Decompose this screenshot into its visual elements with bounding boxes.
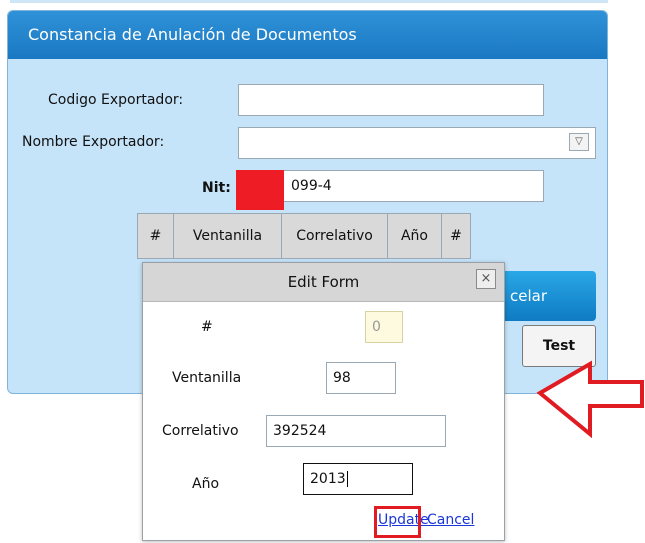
edit-form-number-label: # (201, 319, 213, 335)
cancel-link[interactable]: Cancel (427, 512, 474, 528)
grid-col-ventanilla[interactable]: Ventanilla (174, 214, 282, 258)
edit-form-ventanilla-input[interactable]: 98 (326, 362, 396, 394)
edit-form-dialog: Edit Form × # 0 Ventanilla 98 Correlativ… (142, 262, 505, 541)
grid-col-number[interactable]: # (138, 214, 174, 258)
codigo-exportador-label: Codigo Exportador: (48, 92, 184, 108)
edit-form-correlativo-input[interactable]: 392524 (266, 415, 446, 447)
nit-label: Nit: (202, 180, 231, 196)
grid-col-anio[interactable]: Año (388, 214, 442, 258)
grid-col-actions[interactable]: # (442, 214, 470, 258)
update-highlight-box (374, 506, 421, 538)
chevron-down-icon[interactable]: ▽ (569, 133, 589, 151)
grid-col-correlativo[interactable]: Correlativo (282, 214, 388, 258)
cancel-button-label: celar (510, 287, 548, 305)
edit-form-correlativo-label: Correlativo (162, 423, 239, 439)
panel-title: Constancia de Anulación de Documentos (8, 11, 607, 59)
documents-grid-header: # Ventanilla Correlativo Año # (137, 213, 471, 259)
redaction-box (236, 170, 284, 210)
close-icon[interactable]: × (476, 269, 496, 289)
top-strip (10, 0, 608, 3)
edit-form-title: Edit Form (143, 263, 504, 302)
nombre-exportador-label: Nombre Exportador: (22, 134, 165, 150)
edit-form-anio-label: Año (192, 476, 220, 492)
edit-form-number-input: 0 (365, 311, 403, 343)
annotation-arrow-icon (536, 360, 644, 438)
nombre-exportador-select[interactable]: ▽ (238, 127, 596, 159)
codigo-exportador-input[interactable] (238, 84, 544, 116)
edit-form-anio-input[interactable]: 2013 (303, 463, 413, 495)
text-caret (346, 471, 348, 487)
edit-form-ventanilla-label: Ventanilla (172, 370, 242, 386)
edit-form-anio-value: 2013 (310, 471, 346, 487)
